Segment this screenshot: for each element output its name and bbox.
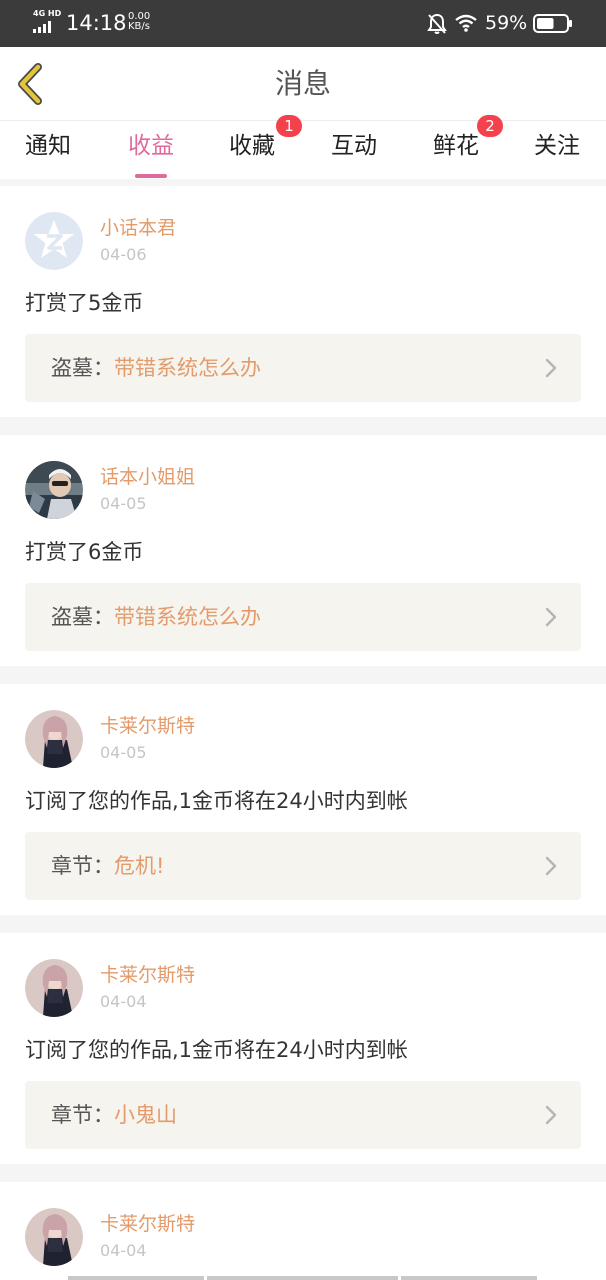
link-prefix: 章节： xyxy=(51,854,114,878)
message-card: 卡莱尔斯特 04-04 xyxy=(0,1182,606,1280)
flowers-badge: 2 xyxy=(477,115,503,137)
message-text: 打赏了5金币 xyxy=(25,291,144,315)
mute-icon xyxy=(427,13,447,34)
message-text: 打赏了6金币 xyxy=(25,540,144,564)
message-card: 小话本君 04-06 打赏了5金币 盗墓：带错系统怎么办 xyxy=(0,186,606,417)
sender-name[interactable]: 小话本君 xyxy=(100,216,176,240)
message-text: 订阅了您的作品,1金币将在24小时内到帐 xyxy=(25,1038,408,1062)
battery-icon xyxy=(533,14,572,33)
tab-earnings[interactable]: 收益 xyxy=(111,129,191,178)
link-text: 章节：危机! xyxy=(51,852,164,880)
network-type: 4G HD xyxy=(33,9,62,18)
divider xyxy=(0,666,606,684)
link-title: 带错系统怎么办 xyxy=(114,605,261,629)
avatar-anime[interactable] xyxy=(25,1208,83,1266)
sender-name[interactable]: 卡莱尔斯特 xyxy=(100,714,195,738)
message-card: 卡莱尔斯特 04-05 订阅了您的作品,1金币将在24小时内到帐 章节：危机! xyxy=(0,684,606,915)
link-prefix: 盗墓： xyxy=(51,356,114,380)
avatar-photo[interactable] xyxy=(25,461,83,519)
link-text: 盗墓：带错系统怎么办 xyxy=(51,603,261,631)
network-speed: 0.00 KB/s xyxy=(128,12,150,32)
tab-label: 收藏 xyxy=(229,133,275,159)
link-text: 盗墓：带错系统怎么办 xyxy=(51,354,261,382)
link-title: 小鬼山 xyxy=(114,1103,177,1127)
tab-bar: 通知 收益 收藏 1 互动 鲜花 2 关注 xyxy=(0,115,606,179)
avatar-star-z-logo[interactable] xyxy=(25,212,83,270)
message-text: 订阅了您的作品,1金币将在24小时内到帐 xyxy=(25,789,408,813)
tab-interactions[interactable]: 互动 xyxy=(314,129,394,163)
scroll-indicator-segment xyxy=(68,1276,204,1280)
link-title: 危机! xyxy=(114,854,165,878)
sender-name[interactable]: 话本小姐姐 xyxy=(100,465,195,489)
divider xyxy=(0,1164,606,1182)
divider xyxy=(0,915,606,933)
tab-label: 通知 xyxy=(25,133,71,159)
avatar-anime[interactable] xyxy=(25,710,83,768)
favorites-badge: 1 xyxy=(276,115,302,137)
link-prefix: 章节： xyxy=(51,1103,114,1127)
navigation-header: 消息 xyxy=(0,47,606,121)
chevron-right-icon xyxy=(545,358,557,378)
link-text: 章节：小鬼山 xyxy=(51,1101,177,1129)
sender-name[interactable]: 卡莱尔斯特 xyxy=(100,1212,195,1236)
message-date: 04-05 xyxy=(100,743,147,762)
work-link[interactable]: 盗墓：带错系统怎么办 xyxy=(25,334,581,402)
link-title: 带错系统怎么办 xyxy=(114,356,261,380)
scroll-indicator-segment xyxy=(401,1276,537,1280)
active-tab-indicator xyxy=(135,174,167,178)
chevron-right-icon xyxy=(545,607,557,627)
tab-label: 收益 xyxy=(128,133,174,159)
speed-unit: KB/s xyxy=(128,21,150,32)
message-date: 04-04 xyxy=(100,1241,147,1260)
clock: 14:18 xyxy=(66,11,127,35)
battery-percent: 59% xyxy=(485,12,528,34)
sender-name[interactable]: 卡莱尔斯特 xyxy=(100,963,195,987)
signal-icon xyxy=(33,21,51,33)
page-title: 消息 xyxy=(274,67,331,100)
message-card: 卡莱尔斯特 04-04 订阅了您的作品,1金币将在24小时内到帐 章节：小鬼山 xyxy=(0,933,606,1164)
divider xyxy=(0,417,606,435)
chapter-link[interactable]: 章节：危机! xyxy=(25,832,581,900)
tab-notifications[interactable]: 通知 xyxy=(8,129,88,163)
chevron-right-icon xyxy=(545,856,557,876)
message-date: 04-06 xyxy=(100,245,147,264)
status-bar: 4G HD 14:18 0.00 KB/s 59% xyxy=(0,0,606,47)
tab-label: 鲜花 xyxy=(433,133,479,159)
message-date: 04-05 xyxy=(100,494,147,513)
link-prefix: 盗墓： xyxy=(51,605,114,629)
tab-following[interactable]: 关注 xyxy=(517,129,597,163)
chevron-right-icon xyxy=(545,1105,557,1125)
chapter-link[interactable]: 章节：小鬼山 xyxy=(25,1081,581,1149)
avatar-anime[interactable] xyxy=(25,959,83,1017)
message-card: 话本小姐姐 04-05 打赏了6金币 盗墓：带错系统怎么办 xyxy=(0,435,606,666)
scroll-indicator-segment xyxy=(207,1276,398,1280)
tab-label: 互动 xyxy=(331,133,377,159)
wifi-icon xyxy=(455,14,477,32)
message-date: 04-04 xyxy=(100,992,147,1011)
tab-label: 关注 xyxy=(534,133,580,159)
work-link[interactable]: 盗墓：带错系统怎么办 xyxy=(25,583,581,651)
